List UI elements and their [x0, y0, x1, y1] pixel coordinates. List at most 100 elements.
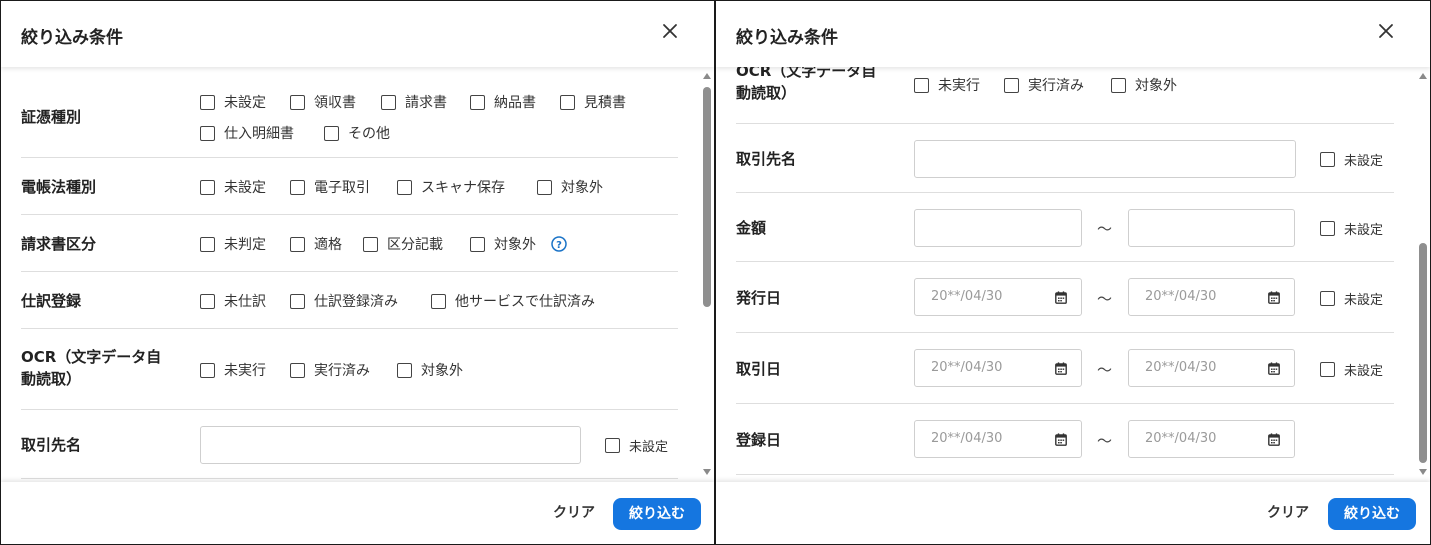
clear-button[interactable]: クリア [553, 502, 595, 522]
date-placeholder: 20**/04/30 [931, 360, 1003, 375]
partner-name-input[interactable] [914, 140, 1296, 178]
ebook-excluded-checkbox[interactable]: 対象外 [537, 177, 603, 197]
calendar-icon[interactable] [1268, 291, 1280, 304]
invoice-excluded-checkbox[interactable]: 対象外 [470, 234, 536, 254]
help-icon[interactable]: ? [551, 236, 567, 252]
calendar-icon[interactable] [1268, 433, 1280, 446]
checkbox-label: 適格 [314, 237, 342, 253]
date-placeholder: 20**/04/30 [1145, 431, 1217, 446]
scroll-down-arrow-icon[interactable] [703, 469, 711, 475]
invoice-qualified-checkbox[interactable]: 適格 [290, 234, 342, 254]
checkbox-box[interactable] [1320, 290, 1335, 306]
checkbox-box[interactable] [381, 94, 396, 110]
amount-max-input[interactable] [1128, 209, 1295, 247]
checkbox-box[interactable] [324, 125, 339, 141]
ocr-done-checkbox[interactable]: 実行済み [1004, 75, 1084, 95]
checkbox-box[interactable] [560, 94, 575, 110]
ebook-electronic-transaction-checkbox[interactable]: 電子取引 [290, 177, 370, 197]
vertical-scrollbar[interactable] [700, 67, 714, 483]
checkbox-box[interactable] [290, 179, 305, 195]
checkbox-box[interactable] [1111, 77, 1126, 93]
checkbox-box[interactable] [200, 179, 215, 195]
issue-date-unset-checkbox[interactable]: 未設定 [1320, 288, 1383, 308]
checkbox-box[interactable] [200, 293, 215, 309]
voucher-invoice-checkbox[interactable]: 請求書 [381, 92, 447, 112]
filter-dialog-scrolled: 絞り込み条件 OCR（文字データ自 動読取） 未実行 実行済み 対象外 取引先名… [715, 0, 1431, 545]
voucher-estimate-checkbox[interactable]: 見積書 [560, 92, 626, 112]
checkbox-box[interactable] [1320, 220, 1335, 236]
amount-unset-checkbox[interactable]: 未設定 [1320, 218, 1383, 238]
checkbox-box[interactable] [1320, 151, 1335, 167]
transaction-date-unset-checkbox[interactable]: 未設定 [1320, 359, 1383, 379]
checkbox-box[interactable] [200, 94, 215, 110]
partner-name-label: 取引先名 [736, 150, 797, 168]
ebook-law-type-label: 電帳法種別 [21, 178, 97, 196]
journal-other-service-checkbox[interactable]: 他サービスで仕訳済み [431, 291, 595, 311]
voucher-purchase-statement-checkbox[interactable]: 仕入明細書 [200, 123, 294, 143]
checkbox-box[interactable] [290, 94, 305, 110]
checkbox-box[interactable] [200, 125, 215, 141]
checkbox-box[interactable] [537, 179, 552, 195]
voucher-receipt-checkbox[interactable]: 領収書 [290, 92, 356, 112]
transaction-date-from-input[interactable]: 20**/04/30 [914, 349, 1082, 387]
checkbox-box[interactable] [397, 179, 412, 195]
ocr-not-run-checkbox[interactable]: 未実行 [200, 360, 266, 380]
checkbox-box[interactable] [470, 236, 485, 252]
scroll-up-arrow-icon[interactable] [1419, 73, 1427, 79]
checkbox-box[interactable] [431, 293, 446, 309]
close-icon[interactable] [1376, 21, 1396, 41]
vertical-scrollbar[interactable] [1416, 67, 1430, 483]
voucher-unset-checkbox[interactable]: 未設定 [200, 92, 266, 112]
checkbox-box[interactable] [1004, 77, 1019, 93]
scrollbar-thumb[interactable] [1419, 243, 1427, 463]
checkbox-box[interactable] [290, 293, 305, 309]
calendar-icon[interactable] [1055, 291, 1067, 304]
checkbox-label: 未設定 [1344, 363, 1384, 379]
checkbox-box[interactable] [470, 94, 485, 110]
dialog-header: 絞り込み条件 [1, 1, 714, 67]
registration-date-from-input[interactable]: 20**/04/30 [914, 420, 1082, 458]
journal-registered-checkbox[interactable]: 仕訳登録済み [290, 291, 398, 311]
ocr-excluded-checkbox[interactable]: 対象外 [1111, 75, 1177, 95]
transaction-date-to-input[interactable]: 20**/04/30 [1128, 349, 1295, 387]
invoice-undetermined-checkbox[interactable]: 未判定 [200, 234, 266, 254]
invoice-itemized-checkbox[interactable]: 区分記載 [363, 234, 443, 254]
ocr-done-checkbox[interactable]: 実行済み [290, 360, 370, 380]
checkbox-box[interactable] [200, 236, 215, 252]
registration-date-to-input[interactable]: 20**/04/30 [1128, 420, 1295, 458]
checkbox-box[interactable] [290, 362, 305, 378]
clear-button[interactable]: クリア [1267, 502, 1309, 522]
journal-unjournaled-checkbox[interactable]: 未仕訳 [200, 291, 266, 311]
checkbox-box[interactable] [914, 77, 929, 93]
scroll-down-arrow-icon[interactable] [1419, 469, 1427, 475]
checkbox-box[interactable] [200, 362, 215, 378]
issue-date-from-input[interactable]: 20**/04/30 [914, 278, 1082, 316]
partner-name-input[interactable] [200, 426, 581, 464]
amount-min-input[interactable] [914, 209, 1082, 247]
transaction-date-label: 取引日 [736, 360, 782, 378]
ebook-scanner-storage-checkbox[interactable]: スキャナ保存 [397, 177, 505, 197]
voucher-other-checkbox[interactable]: その他 [324, 123, 390, 143]
checkbox-box[interactable] [397, 362, 412, 378]
checkbox-box[interactable] [1320, 361, 1335, 377]
close-icon[interactable] [660, 21, 680, 41]
partner-name-unset-checkbox[interactable]: 未設定 [1320, 149, 1383, 169]
ocr-excluded-checkbox[interactable]: 対象外 [397, 360, 463, 380]
checkbox-box[interactable] [290, 236, 305, 252]
checkbox-label: 未実行 [938, 78, 980, 94]
voucher-delivery-note-checkbox[interactable]: 納品書 [470, 92, 536, 112]
checkbox-box[interactable] [605, 437, 620, 453]
partner-name-unset-checkbox[interactable]: 未設定 [605, 435, 668, 455]
checkbox-box[interactable] [363, 236, 378, 252]
issue-date-to-input[interactable]: 20**/04/30 [1128, 278, 1295, 316]
apply-filter-button[interactable]: 絞り込む [613, 498, 701, 530]
scrollbar-thumb[interactable] [703, 87, 711, 307]
ocr-not-run-checkbox[interactable]: 未実行 [914, 75, 980, 95]
calendar-icon[interactable] [1268, 362, 1280, 375]
scroll-up-arrow-icon[interactable] [703, 73, 711, 79]
ebook-unset-checkbox[interactable]: 未設定 [200, 177, 266, 197]
apply-filter-button[interactable]: 絞り込む [1328, 498, 1416, 530]
calendar-icon[interactable] [1055, 362, 1067, 375]
calendar-icon[interactable] [1055, 433, 1067, 446]
checkbox-label: 対象外 [494, 237, 536, 253]
